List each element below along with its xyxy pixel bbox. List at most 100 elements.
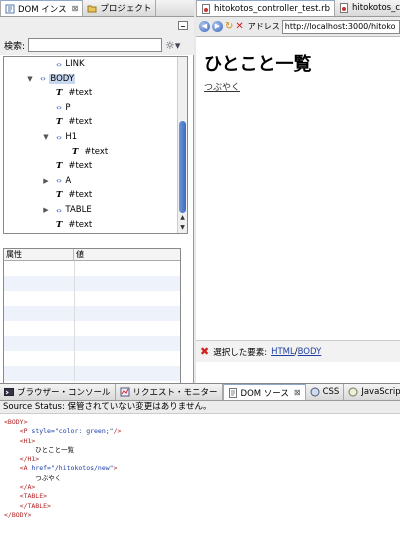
expand-arrow-icon[interactable]: ▼ xyxy=(42,133,50,141)
tab-label: JavaScript xyxy=(361,387,400,397)
text-node-icon: T xyxy=(56,219,63,230)
source-pane: ブラウザー・コンソール リクエスト・モニター DOM ソース ⊠ CSS Jav… xyxy=(0,383,400,549)
search-row: 検索: ☼▾ xyxy=(0,35,194,55)
tree-node[interactable]: T #text xyxy=(56,188,92,202)
tree-node-label: LINK xyxy=(65,59,85,69)
table-row xyxy=(4,291,180,306)
css-icon xyxy=(310,387,320,397)
tree-node[interactable]: T #text xyxy=(56,86,92,100)
element-icon: ‹› xyxy=(40,74,46,84)
tab-test-file[interactable]: hitokotos_controller_test.rb xyxy=(196,0,336,16)
scroll-down-arrow[interactable]: ▼ xyxy=(178,223,187,232)
back-icon[interactable]: ◀ xyxy=(199,21,210,32)
javascript-icon xyxy=(348,387,358,397)
source-line: </TABLE> xyxy=(4,501,51,510)
tree-node-label: #text xyxy=(68,88,93,99)
tree-node[interactable]: ‹› LINK xyxy=(56,57,85,71)
tab-label: ブラウザー・コンソール xyxy=(17,388,111,398)
attributes-table: 属性 値 xyxy=(3,248,181,384)
editor-tabbar: hitokotos_controller_test.rb hitokotos_c… xyxy=(196,0,400,17)
minimize-button[interactable] xyxy=(178,21,188,30)
source-line: <BODY> xyxy=(4,418,28,426)
tree-scrollbar[interactable]: ▲ ▼ xyxy=(177,57,187,233)
ide-window: DOM インス ⊠ プロジェクト 検索: ☼▾ ‹› LINK ▼ ‹› BODY T #t… xyxy=(0,0,400,549)
stop-icon[interactable]: ✕ xyxy=(235,21,243,32)
element-icon: ‹› xyxy=(56,205,62,215)
tree-node[interactable]: ▶ ‹› TABLE xyxy=(43,203,92,217)
tab-controller-file[interactable]: hitokotos_co xyxy=(335,0,400,16)
element-icon: ‹› xyxy=(56,103,62,113)
page-link[interactable]: つぶやく xyxy=(204,80,240,93)
ruby-file-icon xyxy=(339,3,349,13)
source-line: <A href="/hitokotos/new"> xyxy=(4,464,118,473)
ruby-file-icon xyxy=(201,3,211,14)
search-input[interactable] xyxy=(28,38,163,52)
folder-icon xyxy=(87,3,97,13)
source-code[interactable]: <BODY> <P style="color: green;"/> <H1> ひ… xyxy=(4,418,121,520)
path-link-html[interactable]: HTML xyxy=(271,347,295,357)
address-field[interactable]: http://localhost:3000/hitoko xyxy=(281,19,400,34)
forward-icon[interactable]: ▶ xyxy=(212,21,223,32)
source-line: <P style="color: green;"/> xyxy=(4,427,122,436)
source-line: <TABLE> xyxy=(4,492,48,501)
tree-node-label: P xyxy=(65,102,71,113)
tree-node[interactable]: T #text xyxy=(72,145,108,159)
tree-node-label: TABLE xyxy=(65,205,92,215)
tab-browser-console[interactable]: ブラウザー・コンソール xyxy=(0,384,116,400)
source-status: Source Status: 保管されていない変更はありません。 xyxy=(0,401,400,414)
dom-inspector-pane: DOM インス ⊠ プロジェクト 検索: ☼▾ ‹› LINK ▼ ‹› BODY T #t… xyxy=(0,0,194,400)
tree-node-label: #text xyxy=(68,117,93,128)
tree-node-label: H1 xyxy=(65,132,78,142)
tab-request-monitor[interactable]: リクエスト・モニター xyxy=(116,384,223,400)
tree-node[interactable]: T #text xyxy=(56,159,92,173)
dom-tree[interactable]: ‹› LINK ▼ ‹› BODY T #text ‹› P T #text ▼ ‹› H1 T #text T… xyxy=(3,56,188,234)
column-header-attribute[interactable]: 属性 xyxy=(4,249,74,260)
tree-node-label: #text xyxy=(68,161,93,172)
selected-label: 選択した要素: xyxy=(213,347,268,358)
tree-node[interactable]: ‹› P xyxy=(56,101,71,115)
source-line: <H1> xyxy=(4,436,36,445)
close-icon[interactable]: ⊠ xyxy=(294,388,301,397)
table-row xyxy=(4,351,180,366)
search-label: 検索: xyxy=(4,41,26,52)
tree-node-label: #text xyxy=(68,190,93,201)
table-row xyxy=(4,336,180,351)
tree-node-label: A xyxy=(65,175,72,186)
document-icon xyxy=(228,387,238,398)
column-header-value[interactable]: 値 xyxy=(74,249,84,260)
tab-css[interactable]: CSS xyxy=(306,384,345,400)
search-options-icon[interactable]: ☼▾ xyxy=(165,39,180,52)
tab-project[interactable]: プロジェクト xyxy=(83,0,157,16)
close-icon[interactable]: ✖ xyxy=(200,345,209,358)
tab-label: リクエスト・モニター xyxy=(132,388,218,398)
source-line: </BODY> xyxy=(4,510,32,519)
collapse-arrow-icon[interactable]: ▶ xyxy=(42,206,50,214)
tab-label: hitokotos_controller_test.rb xyxy=(214,3,331,14)
refresh-icon[interactable]: ↻ xyxy=(225,21,233,32)
path-link-body[interactable]: BODY xyxy=(298,347,322,357)
tab-dom-source[interactable]: DOM ソース ⊠ xyxy=(222,384,306,400)
expand-arrow-icon[interactable]: ▼ xyxy=(26,75,34,83)
source-line: </H1> xyxy=(4,455,40,464)
dom-inspector-icon xyxy=(5,4,15,14)
tab-dom-inspector[interactable]: DOM インス ⊠ xyxy=(0,0,84,16)
text-node-icon: T xyxy=(56,117,63,128)
table-row xyxy=(4,306,180,321)
tree-node[interactable]: ▼ ‹› H1 xyxy=(43,130,78,144)
tree-node[interactable]: T #text xyxy=(56,218,92,232)
tree-node[interactable]: T #text xyxy=(56,115,92,129)
tab-javascript[interactable]: JavaScript xyxy=(344,384,400,400)
scroll-up-arrow[interactable]: ▲ xyxy=(178,213,187,222)
tree-node[interactable]: ▶ ‹› A xyxy=(43,174,72,188)
text-node-icon: T xyxy=(56,190,63,201)
tree-node[interactable]: ▼ ‹› BODY xyxy=(27,72,76,86)
text-node-icon: T xyxy=(56,161,63,172)
scrollbar-thumb[interactable] xyxy=(179,121,186,213)
bottom-tabbar: ブラウザー・コンソール リクエスト・モニター DOM ソース ⊠ CSS Jav… xyxy=(0,384,400,401)
tab-label: プロジェクト xyxy=(100,4,152,14)
browser-pane: hitokotos_controller_test.rb hitokotos_c… xyxy=(196,0,400,400)
console-icon xyxy=(4,387,14,397)
collapse-arrow-icon[interactable]: ▶ xyxy=(42,177,50,185)
table-row xyxy=(4,276,180,291)
close-icon[interactable]: ⊠ xyxy=(72,4,79,13)
